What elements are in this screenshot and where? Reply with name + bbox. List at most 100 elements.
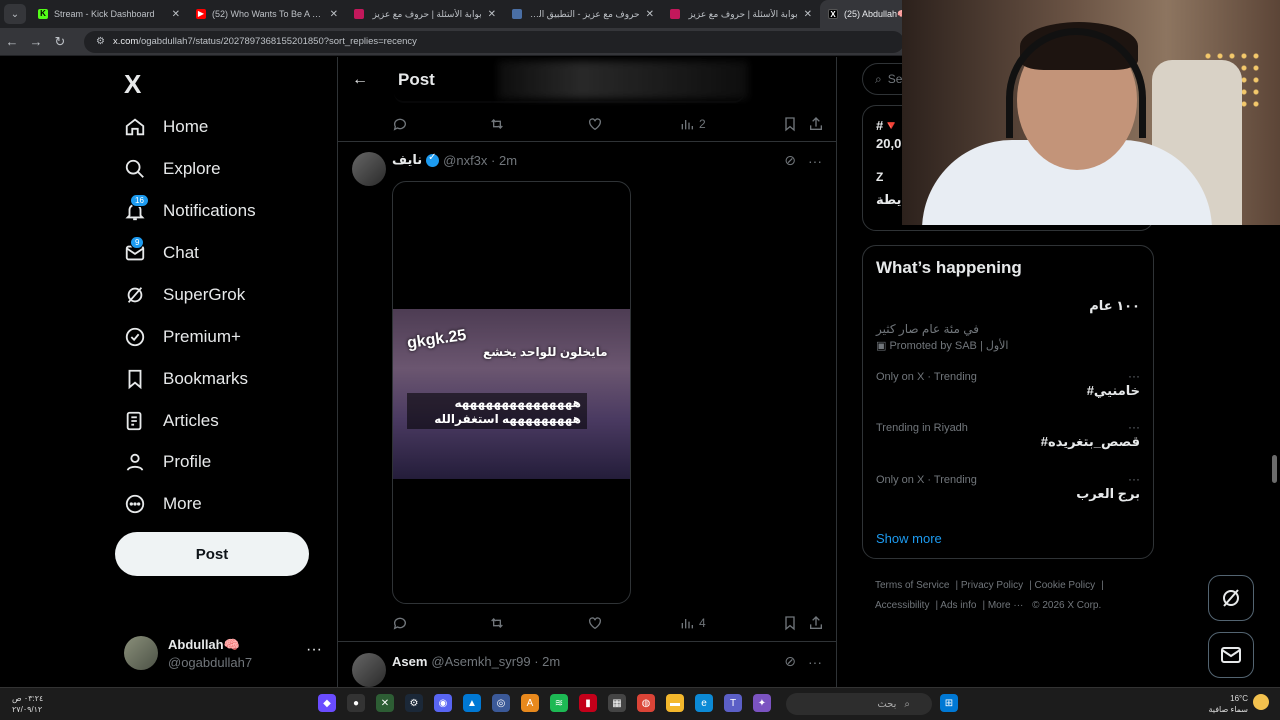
reply-icon[interactable] <box>392 116 489 132</box>
url-input[interactable]: ⚙ x.com/ogabdullah7/status/2027897368155… <box>84 30 904 53</box>
clock[interactable]: ٠٣:٢٤ ص ٢٧/٠٩/١٢ <box>12 693 43 715</box>
sidebar-item-more[interactable]: More <box>124 486 202 522</box>
tab-questions-1[interactable]: بوابة الأسئلة | حروف مع عزيز ✕ <box>346 0 504 28</box>
app-icon[interactable]: ▲ <box>463 694 481 712</box>
copilot-icon[interactable]: ✦ <box>753 694 771 712</box>
sidebar-item-notifications[interactable]: 16 Notifications <box>124 193 256 229</box>
more-icon[interactable]: ··· <box>808 153 822 169</box>
tab-app[interactable]: حروف مع عزيز - التطبيق الرسمي ✕ <box>504 0 662 28</box>
tab-search-button[interactable]: ⌄ <box>4 4 26 24</box>
footer-link[interactable]: Ads info <box>940 600 976 611</box>
share-icon[interactable] <box>808 116 824 132</box>
views-stat[interactable]: 2 <box>679 116 782 132</box>
tab-kick[interactable]: K Stream - Kick Dashboard ✕ <box>30 0 188 28</box>
close-icon[interactable]: ✕ <box>646 9 654 20</box>
more-icon[interactable]: ··· <box>808 654 822 670</box>
verified-badge-icon <box>124 326 146 348</box>
site-info-icon[interactable]: ⚙ <box>96 36 105 47</box>
trend-item[interactable]: Trending in Riyadh #قصص_بتغريده ··· <box>876 420 1140 450</box>
trend-title: #قصص_بتغريده <box>1040 434 1140 449</box>
messages-button[interactable] <box>1208 632 1254 678</box>
close-icon[interactable]: ✕ <box>804 9 812 20</box>
x-logo-icon[interactable]: X <box>124 69 141 100</box>
sidebar-item-articles[interactable]: Articles <box>124 403 219 439</box>
post-button[interactable]: Post <box>115 532 309 576</box>
close-icon[interactable]: ✕ <box>330 9 338 20</box>
views-stat[interactable]: 4 <box>679 615 782 631</box>
like-icon[interactable] <box>587 615 679 631</box>
scrollbar[interactable] <box>1272 455 1277 483</box>
more-icon[interactable]: ··· <box>1128 472 1140 486</box>
excel-icon[interactable]: ✕ <box>376 694 394 712</box>
reload-icon[interactable]: ↻ <box>48 34 72 50</box>
grok-icon[interactable]: ⊘ <box>784 653 796 670</box>
tweet-author-name[interactable]: Asem <box>392 654 427 669</box>
retweet-icon[interactable] <box>489 615 587 631</box>
footer-link[interactable]: More ··· <box>988 600 1024 611</box>
avatar[interactable] <box>352 152 386 186</box>
chrome-icon[interactable]: ◍ <box>637 694 655 712</box>
teams-icon[interactable]: T <box>724 694 742 712</box>
tweet-author-handle[interactable]: @nxf3x · 2m <box>443 153 517 168</box>
windows-start-icon[interactable]: ⊞ <box>940 694 958 712</box>
obs-icon[interactable]: ● <box>347 694 365 712</box>
tweet-author-name[interactable]: نايف <box>392 152 422 168</box>
steam-icon[interactable]: ⚙ <box>405 694 423 712</box>
retweet-icon[interactable] <box>489 116 587 132</box>
taskbar-search[interactable]: بحث ⌕ <box>786 693 932 715</box>
tweet-actions: 2 <box>392 114 824 134</box>
trend-item[interactable]: Only on X · Trending برج العرب ··· <box>876 472 1140 502</box>
forward-icon[interactable]: → <box>24 34 48 49</box>
avatar[interactable] <box>352 653 386 687</box>
more-icon[interactable]: ··· <box>306 641 322 659</box>
sidebar-item-chat[interactable]: 9 Chat <box>124 235 199 271</box>
bookmark-icon[interactable] <box>782 615 808 631</box>
grok-button[interactable] <box>1208 575 1254 621</box>
bookmark-icon[interactable] <box>782 116 808 132</box>
like-icon[interactable] <box>587 116 679 132</box>
tweet-header-actions: ⊘ ··· <box>772 653 822 670</box>
search-placeholder: Se <box>887 72 903 86</box>
close-icon[interactable]: ✕ <box>488 9 496 20</box>
sidebar-item-supergrok[interactable]: SuperGrok <box>124 277 245 313</box>
app-icon[interactable]: A <box>521 694 539 712</box>
footer-link[interactable]: Cookie Policy <box>1035 580 1096 591</box>
more-icon[interactable]: ··· <box>1128 369 1140 383</box>
sidebar-item-explore[interactable]: Explore <box>124 151 221 187</box>
trend-item[interactable]: ١٠٠ عام في مئة عام صار كثير ▣ Promoted b… <box>876 298 1140 352</box>
show-more-link[interactable]: Show more <box>876 531 942 546</box>
tab-youtube[interactable]: ▶ (52) Who Wants To Be A Million ✕ <box>188 0 346 28</box>
reply-icon[interactable] <box>392 615 489 631</box>
tweet-video[interactable]: gkgk.25 مايخلون للواحد يخشع هههههههههههه… <box>392 181 631 604</box>
footer-link[interactable]: Accessibility <box>875 600 929 611</box>
app-icon[interactable]: ◆ <box>318 694 336 712</box>
more-icon[interactable]: ··· <box>1128 420 1140 434</box>
discord-icon[interactable]: ◉ <box>434 694 452 712</box>
close-icon[interactable]: ✕ <box>172 9 180 20</box>
grok-icon[interactable]: ⊘ <box>784 152 796 169</box>
tweet-author-handle[interactable]: @Asemkh_syr99 · 2m <box>431 654 560 669</box>
footer-link[interactable]: Privacy Policy <box>961 580 1023 591</box>
edge-icon[interactable]: e <box>695 694 713 712</box>
sidebar-item-premium[interactable]: Premium+ <box>124 319 241 355</box>
footer-link[interactable]: Terms of Service <box>875 580 949 591</box>
back-arrow-icon[interactable]: ← <box>352 71 368 89</box>
back-icon[interactable]: ← <box>0 34 24 49</box>
video-overlay-box: هههههههههههههههه هههههههههه استغفرالله <box>407 393 587 429</box>
sidebar-item-bookmarks[interactable]: Bookmarks <box>124 361 248 397</box>
bell-icon: 16 <box>124 194 149 222</box>
weather-widget[interactable]: 16°C سماء صافية <box>1206 693 1248 715</box>
spotify-icon[interactable]: ≋ <box>550 694 568 712</box>
sidebar-item-label: More <box>163 494 202 513</box>
grok-icon <box>124 284 146 306</box>
app-icon[interactable]: ▦ <box>608 694 626 712</box>
trend-item[interactable]: Only on X · Trending #خامنيي ··· <box>876 369 1140 399</box>
sidebar-item-home[interactable]: Home <box>124 109 208 145</box>
share-icon[interactable] <box>808 615 824 631</box>
folder-icon[interactable]: ▬ <box>666 694 684 712</box>
app-icon[interactable]: ◎ <box>492 694 510 712</box>
sidebar-item-profile[interactable]: Profile <box>124 444 211 480</box>
app-icon[interactable]: ▮ <box>579 694 597 712</box>
account-switcher[interactable]: Abdullah🧠 @ogabdullah7 ··· <box>124 633 324 673</box>
tab-questions-2[interactable]: بوابة الأسئلة | حروف مع عزيز ✕ <box>662 0 820 28</box>
